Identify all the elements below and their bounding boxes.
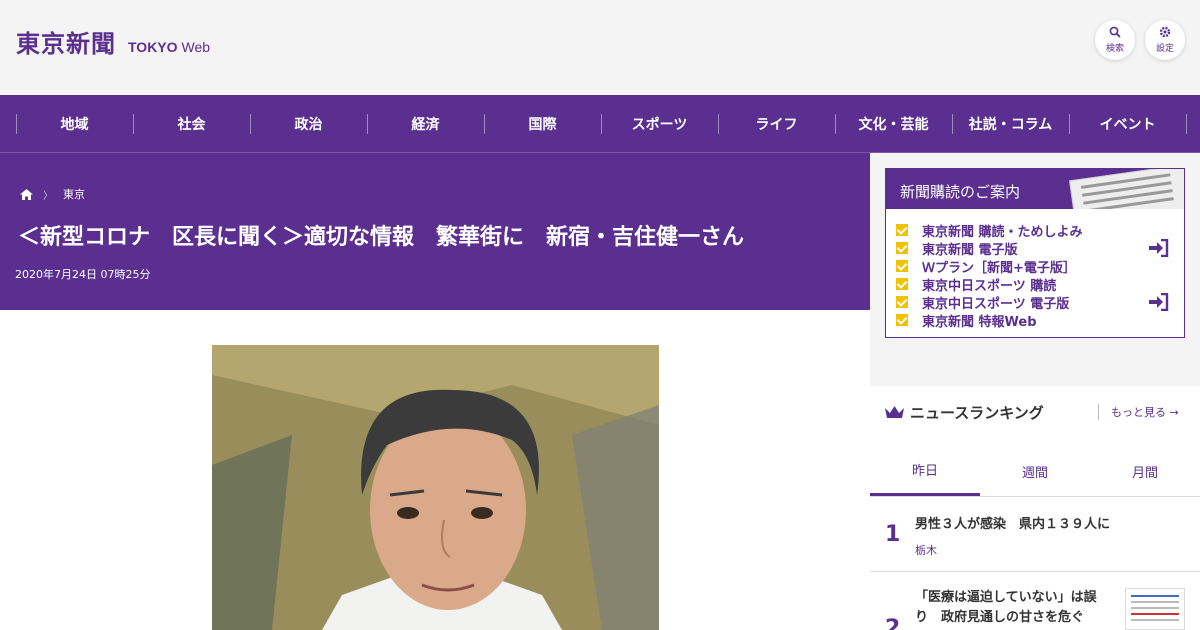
logo-english-light: Web: [181, 39, 211, 55]
subscription-item[interactable]: 東京中日スポーツ 電子版: [896, 293, 1184, 312]
more-link-label: もっと見る: [1111, 406, 1166, 419]
search-icon: [1109, 26, 1121, 38]
search-button[interactable]: 検索: [1095, 20, 1135, 60]
subscription-item[interactable]: 東京新聞 特報Web: [896, 311, 1184, 330]
more-link[interactable]: もっと見る →: [1098, 404, 1179, 420]
subscription-item[interactable]: 東京中日スポーツ 購読: [896, 275, 1184, 294]
subscription-item[interactable]: 東京新聞 購読・ためしよみ: [896, 221, 1184, 240]
subscription-item-label: 東京中日スポーツ 電子版: [922, 296, 1070, 312]
breadcrumb-separator: 〉: [43, 190, 53, 202]
article-photo: [212, 345, 659, 630]
ranking-tabs: 昨日 週間 月間: [870, 446, 1200, 497]
portrait-illustration: [212, 345, 659, 630]
subscription-item[interactable]: Ｗプラン［新聞+電子版］: [896, 257, 1184, 276]
arrow-right-icon: →: [1169, 406, 1179, 419]
main-nav: 地域 社会 政治 経済 国際 スポーツ ライフ 文化・芸能 社説・コラム イベン…: [0, 95, 1200, 153]
rank-number: 1: [885, 522, 901, 547]
search-label: 検索: [1105, 44, 1124, 54]
logo-english: TOKYO Web: [128, 39, 210, 55]
home-icon[interactable]: [20, 188, 33, 200]
news-ranking: ニュースランキング もっと見る → 昨日 週間 月間 1 男性３人が感染 県内１…: [870, 386, 1200, 630]
logo-english-bold: TOKYO: [128, 39, 178, 55]
subscription-item-label: 東京新聞 特報Web: [922, 314, 1037, 330]
breadcrumb: 〉 東京: [20, 186, 85, 202]
rank-title: 男性３人が感染 県内１３９人に: [915, 517, 1111, 532]
check-icon: [896, 296, 908, 308]
nav-item-editorial[interactable]: 社説・コラム: [952, 95, 1069, 153]
sidebar: 新聞購読のご案内 東京新聞 購読・ためしよみ 東京新聞 電子版 Ｗプラン［新聞+…: [870, 153, 1200, 630]
ranking-item[interactable]: 2 「医療は逼迫していない」は誤 り 政府見通しの甘さを危ぐ: [870, 572, 1200, 630]
settings-label: 設定: [1155, 44, 1174, 54]
subscription-item-label: 東京中日スポーツ 購読: [922, 278, 1057, 294]
subscription-item[interactable]: 東京新聞 電子版: [896, 239, 1184, 258]
check-icon: [896, 242, 908, 254]
site-logo[interactable]: 東京新聞 TOKYO Web: [16, 24, 210, 59]
ranking-heading-text: ニュースランキング: [910, 404, 1044, 422]
rank-title-line: 「医療は逼迫していない」は誤: [915, 590, 1097, 605]
nav-item-international[interactable]: 国際: [484, 95, 601, 153]
check-icon: [896, 260, 908, 272]
newspaper-image: [1069, 169, 1184, 209]
nav-item-region[interactable]: 地域: [16, 95, 133, 153]
settings-button[interactable]: 設定: [1145, 20, 1185, 60]
site-header: 東京新聞 TOKYO Web 検索 設定: [0, 0, 1200, 95]
breadcrumb-section[interactable]: 東京: [63, 186, 85, 202]
article-body: [0, 310, 870, 630]
subscription-item-label: Ｗプラン［新聞+電子版］: [922, 260, 1076, 276]
logo-japanese: 東京新聞: [16, 29, 116, 58]
subscription-item-label: 東京新聞 電子版: [922, 242, 1018, 258]
subscription-heading-text: 新聞購読のご案内: [900, 183, 1021, 201]
nav-item-society[interactable]: 社会: [133, 95, 250, 153]
subscription-list: 東京新聞 購読・ためしよみ 東京新聞 電子版 Ｗプラン［新聞+電子版］ 東京中日…: [886, 209, 1184, 330]
login-icon[interactable]: [1149, 239, 1169, 257]
rank-number: 2: [885, 616, 901, 630]
article-header: 〉 東京 ＜新型コロナ 区長に聞く＞適切な情報 繁華街に 新宿・吉住健一さん 2…: [0, 153, 870, 310]
nav-item-economy[interactable]: 経済: [367, 95, 484, 153]
crown-icon: [885, 406, 904, 418]
nav-divider: [1186, 114, 1187, 134]
rank-title-line: り 政府見通しの甘さを危ぐ: [915, 610, 1085, 625]
subscription-box: 新聞購読のご案内 東京新聞 購読・ためしよみ 東京新聞 電子版 Ｗプラン［新聞+…: [885, 168, 1185, 338]
nav-item-sports[interactable]: スポーツ: [601, 95, 718, 153]
nav-item-life[interactable]: ライフ: [718, 95, 835, 153]
ranking-heading: ニュースランキング: [885, 402, 1044, 423]
rank-thumbnail: [1125, 588, 1185, 630]
nav-item-events[interactable]: イベント: [1069, 95, 1186, 153]
article-title: ＜新型コロナ 区長に聞く＞適切な情報 繁華街に 新宿・吉住健一さん: [18, 225, 745, 250]
ranking-item[interactable]: 1 男性３人が感染 県内１３９人に 栃木: [870, 497, 1200, 572]
nav-item-politics[interactable]: 政治: [250, 95, 367, 153]
gear-icon: [1159, 26, 1171, 38]
subscription-heading: 新聞購読のご案内: [886, 169, 1184, 209]
check-icon: [896, 278, 908, 290]
subscription-item-label: 東京新聞 購読・ためしよみ: [922, 224, 1083, 240]
article-date: 2020年7月24日 07時25分: [15, 268, 151, 281]
tab-weekly[interactable]: 週間: [980, 446, 1090, 496]
login-icon[interactable]: [1149, 293, 1169, 311]
check-icon: [896, 224, 908, 236]
tab-yesterday[interactable]: 昨日: [870, 446, 980, 496]
tab-monthly[interactable]: 月間: [1090, 446, 1200, 496]
nav-item-culture[interactable]: 文化・芸能: [835, 95, 952, 153]
rank-category[interactable]: 栃木: [915, 542, 937, 558]
check-icon: [896, 314, 908, 326]
